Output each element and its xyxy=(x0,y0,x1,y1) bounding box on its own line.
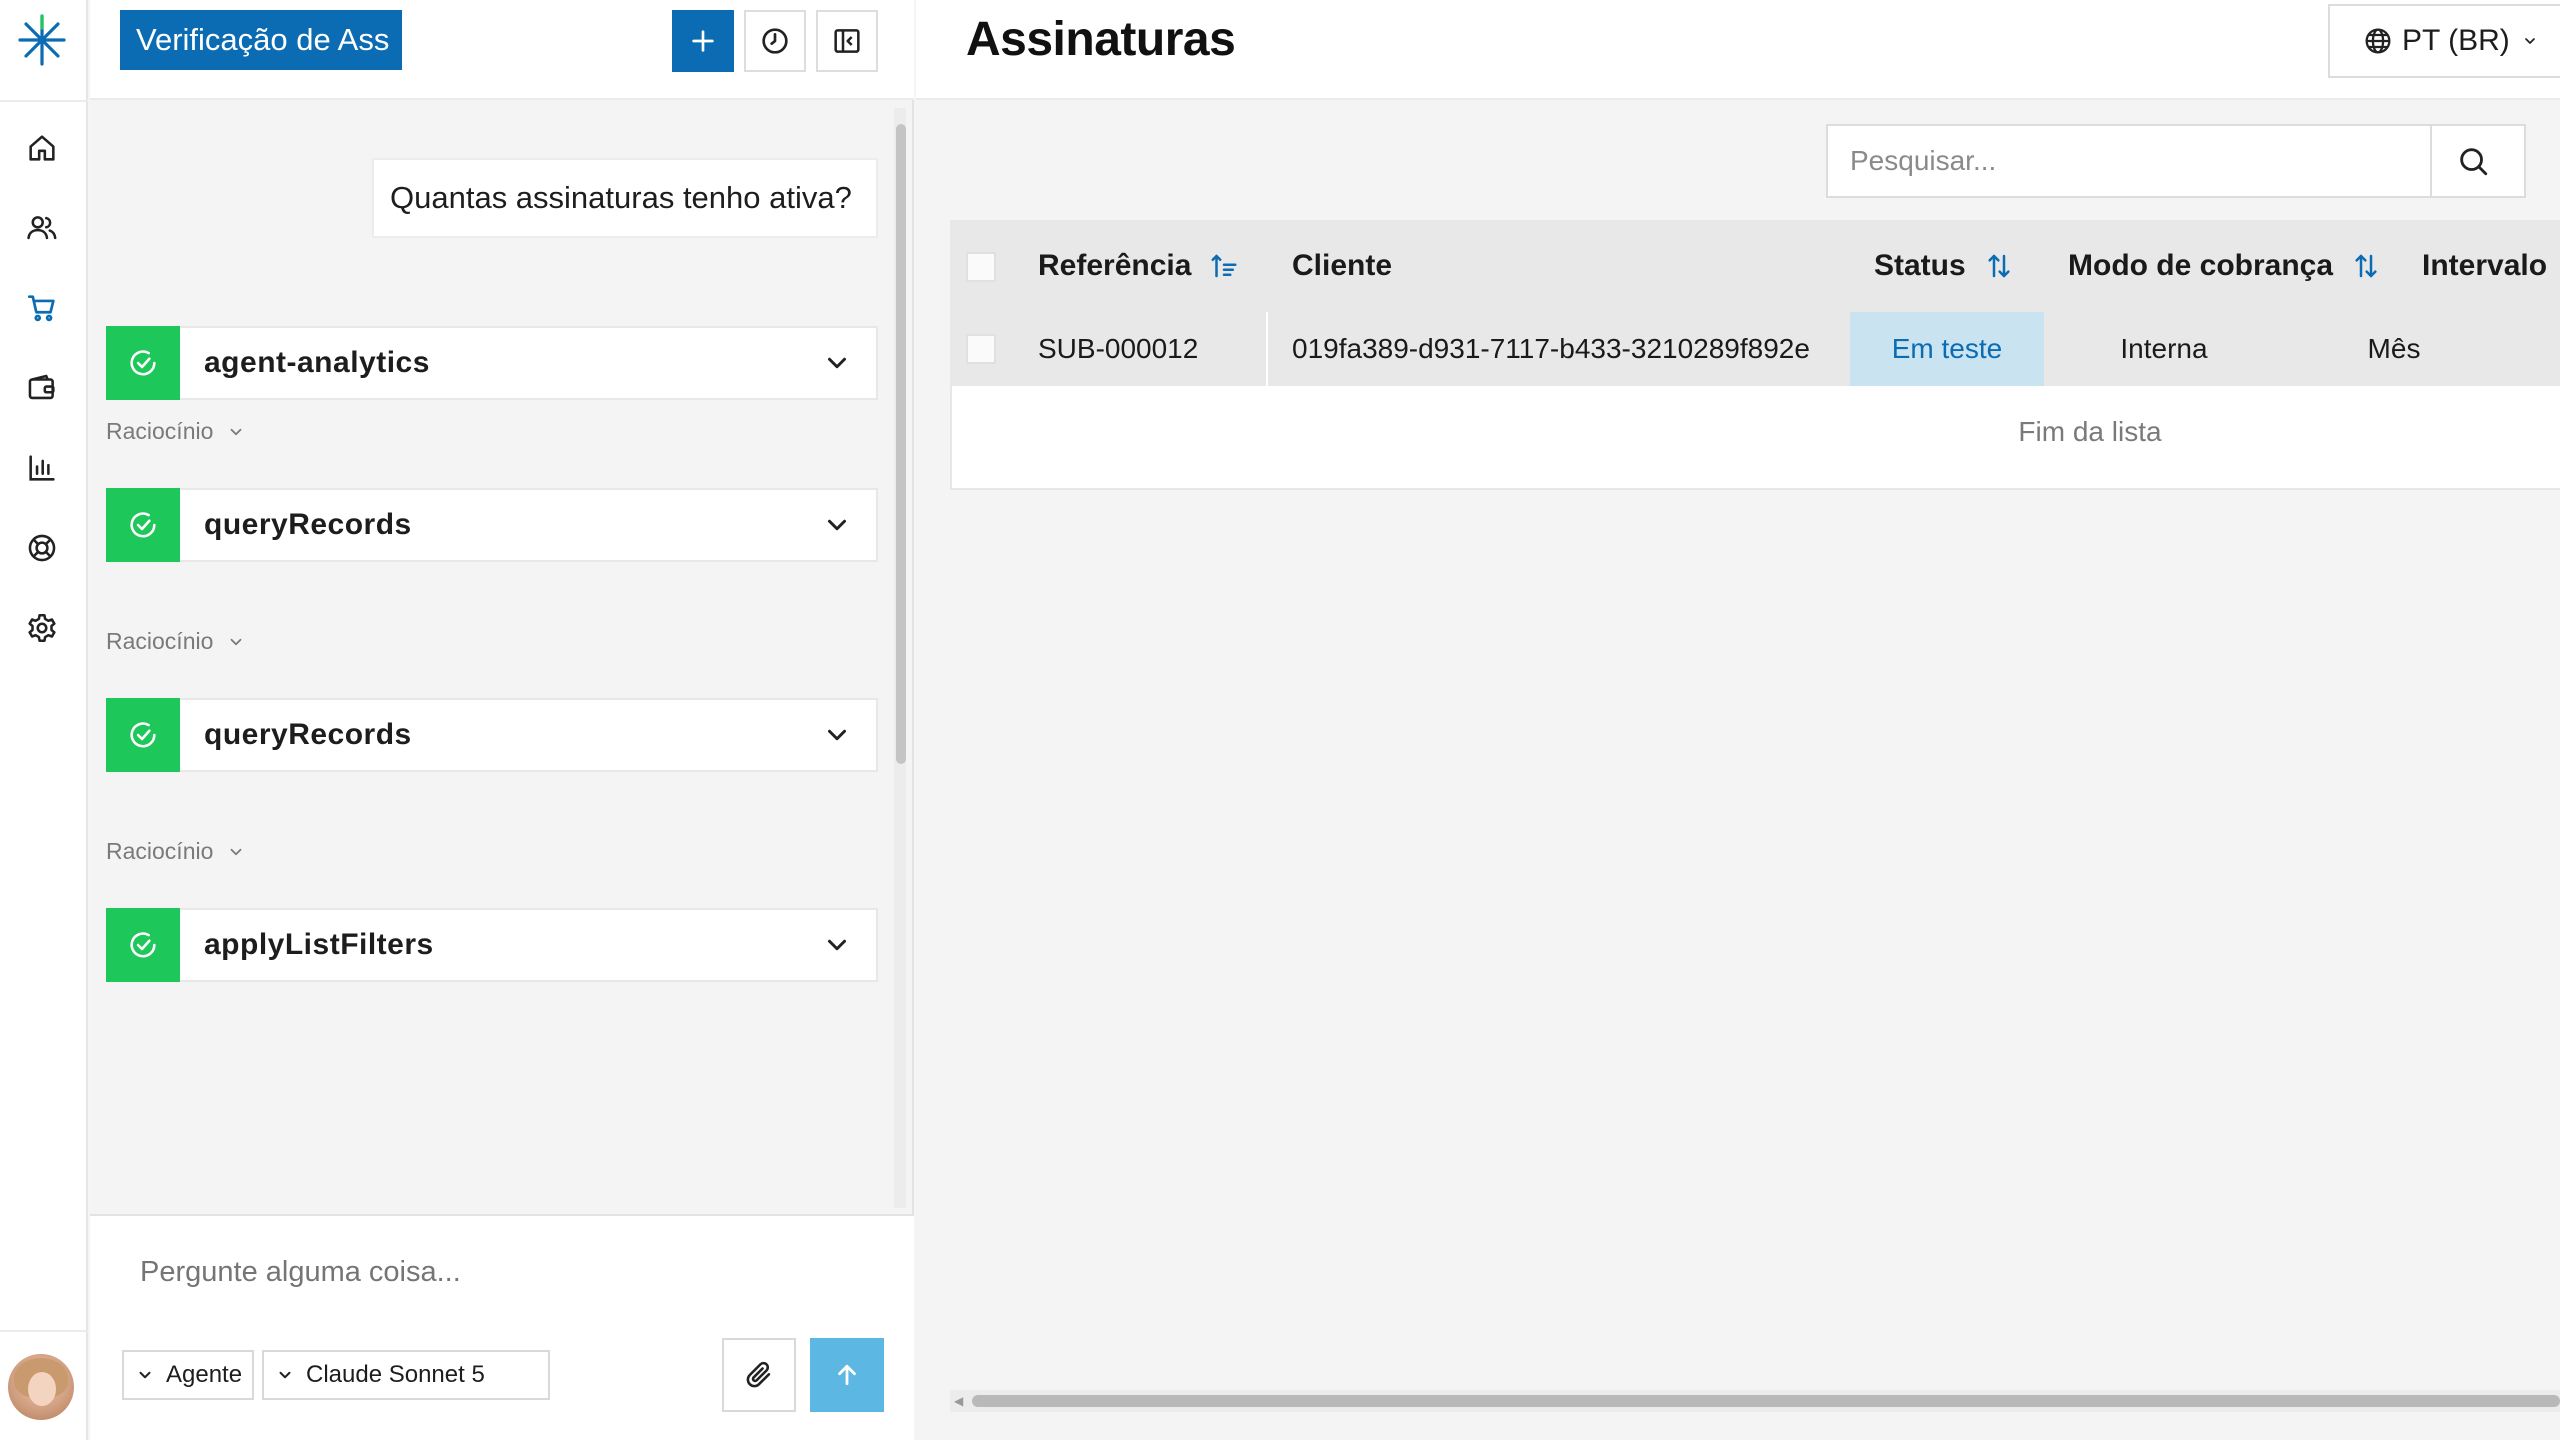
chevron-down-icon[interactable] xyxy=(822,348,852,378)
reasoning-toggle[interactable]: Raciocínio xyxy=(106,628,245,655)
check-circle-icon xyxy=(106,488,180,562)
message-input[interactable] xyxy=(140,1256,740,1289)
chevron-down-icon xyxy=(230,848,242,855)
scrollbar-thumb[interactable] xyxy=(972,1395,2560,1407)
reasoning-label: Raciocínio xyxy=(106,628,214,654)
attach-button[interactable] xyxy=(722,1338,796,1412)
user-message: Quantas assinaturas tenho ativa? xyxy=(372,158,878,238)
message-composer: Agente Claude Sonnet 5 xyxy=(90,1214,914,1440)
select-all-checkbox[interactable] xyxy=(966,252,996,282)
end-of-list: Fim da lista xyxy=(950,386,2560,490)
conversation-title[interactable]: Verificação de Ass xyxy=(120,10,402,70)
search-box xyxy=(1826,124,2526,198)
tool-name: agent-analytics xyxy=(204,346,430,379)
assistant-toolbar: Verificação de Ass xyxy=(90,0,914,100)
collapse-panel-button[interactable] xyxy=(816,10,878,72)
lifebuoy-icon[interactable] xyxy=(22,528,62,568)
chevron-down-icon xyxy=(230,638,242,645)
message-list[interactable]: Quantas assinaturas tenho ativa? agent-a… xyxy=(90,102,914,1212)
users-icon[interactable] xyxy=(22,208,62,248)
mode-select[interactable]: Agente xyxy=(122,1350,254,1400)
language-value: PT (BR) xyxy=(2402,24,2510,57)
cell-interval: Mês xyxy=(2367,333,2421,364)
page-title: Assinaturas xyxy=(966,13,1236,66)
chevron-down-icon xyxy=(230,428,242,435)
scroll-left-icon[interactable]: ◀ xyxy=(954,1394,963,1408)
model-select-value: Claude Sonnet 5 xyxy=(306,1361,485,1388)
horizontal-scrollbar[interactable]: ◀ xyxy=(950,1390,2560,1412)
search-input[interactable] xyxy=(1850,126,2450,196)
chevron-down-icon xyxy=(279,1371,291,1379)
chevron-down-icon xyxy=(139,1371,151,1379)
cell-customer[interactable]: 019fa389-d931-7117-b433-3210289f892e xyxy=(1266,312,1810,386)
chevron-down-icon[interactable] xyxy=(822,510,852,540)
check-circle-icon xyxy=(106,326,180,400)
table-header: Referência Cliente Status Modo de cobran… xyxy=(950,220,2560,312)
table-row[interactable]: SUB-000012 019fa389-d931-7117-b433-32102… xyxy=(950,312,2560,386)
cell-status[interactable]: Em teste xyxy=(1850,312,2044,386)
column-header-reference[interactable]: Referência xyxy=(1038,220,1239,312)
column-label: Intervalo xyxy=(2422,249,2548,282)
arrow-up-icon xyxy=(838,1364,856,1386)
end-of-list-text: Fim da lista xyxy=(2018,416,2162,447)
sidebar-collapse-icon xyxy=(834,29,860,53)
cell-billing-mode: Interna xyxy=(2120,333,2208,364)
tool-name: applyListFilters xyxy=(204,928,434,961)
gear-icon[interactable] xyxy=(22,608,62,648)
search-icon xyxy=(2460,148,2488,176)
column-header-status[interactable]: Status xyxy=(1874,220,2014,312)
tool-name: queryRecords xyxy=(204,718,412,751)
column-label: Cliente xyxy=(1292,249,1393,282)
clock-icon xyxy=(762,28,788,54)
sort-icon[interactable] xyxy=(1984,251,2014,281)
new-chat-button[interactable] xyxy=(672,10,734,72)
app-logo-icon[interactable] xyxy=(14,12,70,68)
reasoning-label: Raciocínio xyxy=(106,418,214,444)
tool-call-card[interactable]: queryRecords xyxy=(106,488,878,562)
history-button[interactable] xyxy=(744,10,806,72)
icon-rail xyxy=(0,0,88,1440)
reasoning-label: Raciocínio xyxy=(106,838,214,864)
tool-call-card[interactable]: applyListFilters xyxy=(106,908,878,982)
scrollbar-thumb[interactable] xyxy=(896,124,906,764)
mode-select-value: Agente xyxy=(166,1361,243,1388)
plus-icon xyxy=(692,30,714,52)
sort-ascending-icon[interactable] xyxy=(1209,251,1239,281)
column-header-interval[interactable]: Intervalo xyxy=(2422,220,2547,312)
column-header-billing-mode[interactable]: Modo de cobrança xyxy=(2068,220,2381,312)
tool-name: queryRecords xyxy=(204,508,412,541)
page-header: Assinaturas PT (BR) xyxy=(916,0,2560,100)
paperclip-icon xyxy=(746,1361,771,1388)
check-circle-icon xyxy=(106,908,180,982)
cell-reference[interactable]: SUB-000012 xyxy=(1038,312,1198,386)
avatar[interactable] xyxy=(8,1354,74,1420)
wallet-icon[interactable] xyxy=(22,368,62,408)
column-label: Referência xyxy=(1038,249,1192,282)
globe-icon xyxy=(2365,28,2391,54)
home-icon[interactable] xyxy=(22,128,62,168)
row-checkbox[interactable] xyxy=(966,334,996,364)
chevron-down-icon[interactable] xyxy=(822,930,852,960)
column-label: Status xyxy=(1874,249,1966,282)
tool-call-card[interactable]: queryRecords xyxy=(106,698,878,772)
tool-call-card[interactable]: agent-analytics xyxy=(106,326,878,400)
reasoning-toggle[interactable]: Raciocínio xyxy=(106,418,245,445)
bar-chart-icon[interactable] xyxy=(22,448,62,488)
chevron-down-icon xyxy=(2524,38,2535,44)
model-select[interactable]: Claude Sonnet 5 xyxy=(262,1350,550,1400)
main-content: Assinaturas PT (BR) Referência Cliente S… xyxy=(916,0,2560,1440)
language-select[interactable]: PT (BR) xyxy=(2328,4,2560,78)
sort-icon[interactable] xyxy=(2351,251,2381,281)
search-button[interactable] xyxy=(2430,124,2530,198)
chevron-down-icon[interactable] xyxy=(822,720,852,750)
divider xyxy=(0,1330,88,1332)
column-header-customer[interactable]: Cliente xyxy=(1292,220,1392,312)
assistant-panel: Verificação de Ass Quantas assinaturas t… xyxy=(90,0,914,1440)
divider xyxy=(0,100,88,102)
send-button[interactable] xyxy=(810,1338,884,1412)
cart-icon[interactable] xyxy=(22,288,62,328)
check-circle-icon xyxy=(106,698,180,772)
reasoning-toggle[interactable]: Raciocínio xyxy=(106,838,245,865)
column-label: Modo de cobrança xyxy=(2068,249,2334,282)
